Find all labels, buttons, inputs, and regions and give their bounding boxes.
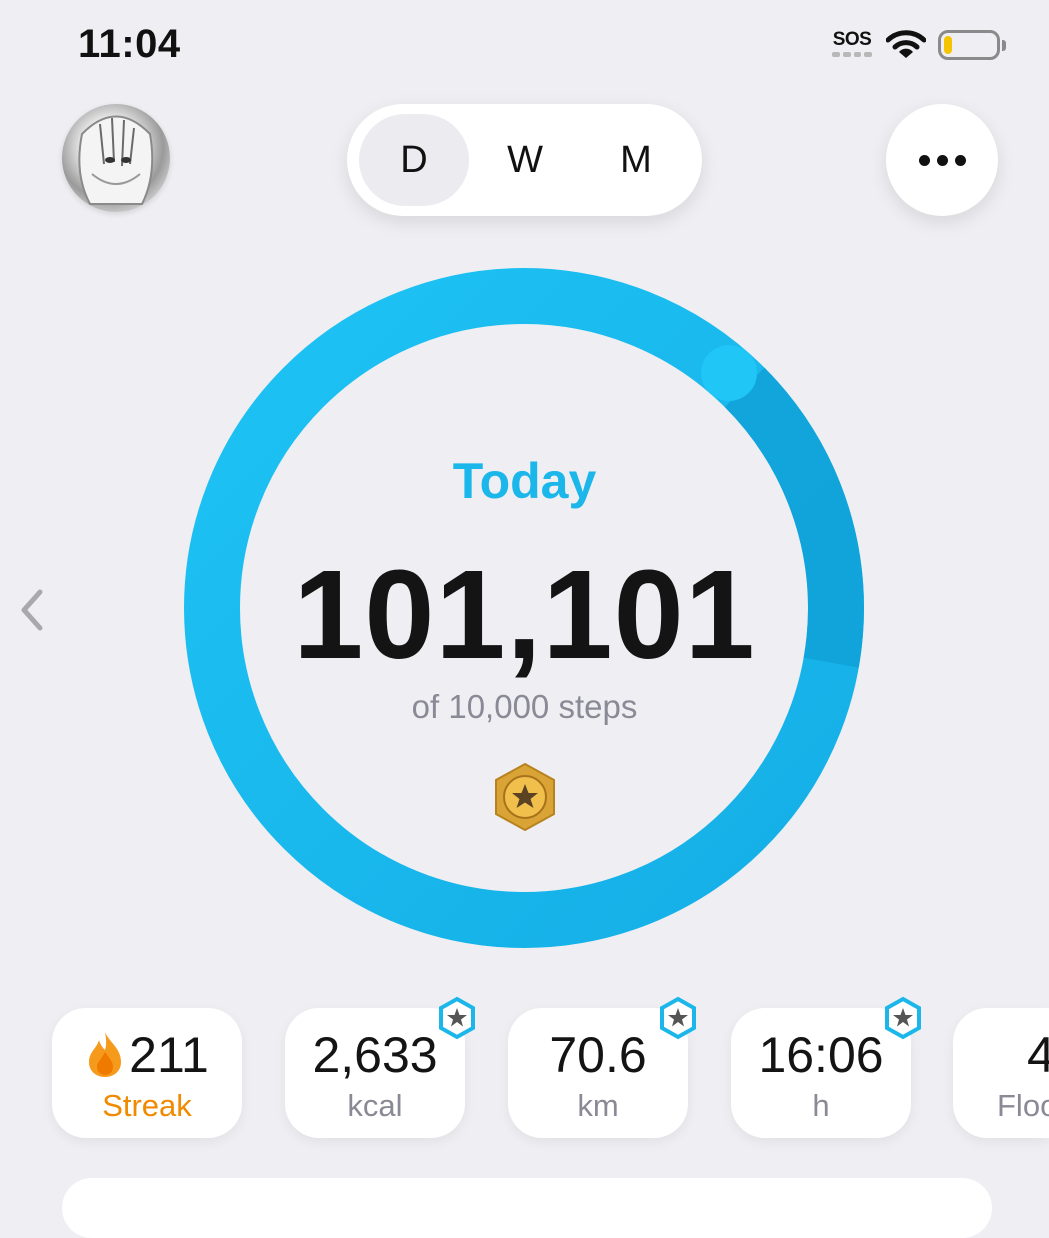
- floors-value: 4: [1027, 1027, 1049, 1083]
- streak-card[interactable]: 211 Streak: [52, 1008, 242, 1138]
- distance-card[interactable]: 70.6 km: [508, 996, 696, 1138]
- streak-value-row: 211: [52, 1026, 242, 1084]
- calories-card[interactable]: 2,633 kcal: [285, 996, 475, 1138]
- next-section-card[interactable]: [62, 1178, 992, 1238]
- streak-label: Streak: [102, 1088, 192, 1123]
- flame-icon: [89, 1032, 122, 1077]
- star-badge-icon: [439, 996, 475, 1040]
- streak-value: 211: [129, 1027, 209, 1083]
- star-badge-icon: [660, 996, 696, 1040]
- duration-label: h: [812, 1088, 830, 1123]
- distance-label: km: [577, 1088, 619, 1123]
- calories-label: kcal: [347, 1088, 403, 1123]
- floors-label: Floo: [997, 1088, 1049, 1123]
- period-title: Today: [452, 453, 597, 509]
- star-badge-icon: [885, 996, 921, 1040]
- step-count: 101,101: [293, 544, 756, 685]
- goal-medal-icon[interactable]: [492, 762, 558, 832]
- chevron-left-icon[interactable]: [16, 588, 48, 632]
- duration-card[interactable]: 16:06 h: [731, 996, 921, 1138]
- floors-card[interactable]: 4 Floo: [953, 1008, 1049, 1138]
- step-goal: of 10,000 steps: [411, 688, 638, 725]
